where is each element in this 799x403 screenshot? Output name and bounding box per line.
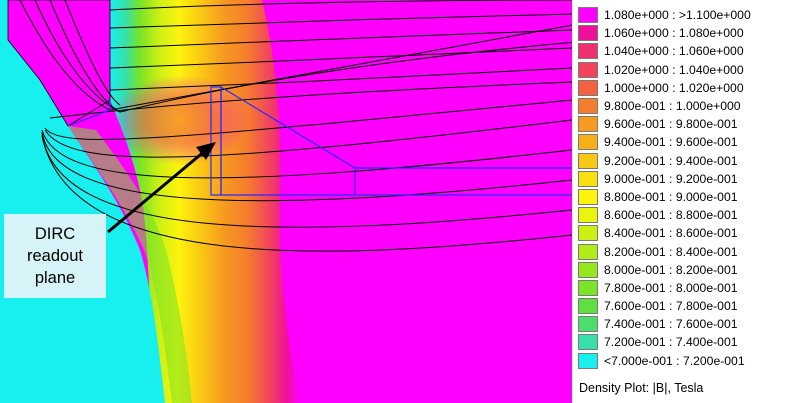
legend-label: <7.000e-001 : 7.200e-001 bbox=[604, 353, 745, 368]
legend-label: 8.200e-001 : 8.400e-001 bbox=[604, 244, 738, 259]
legend-item: 7.400e-001 : 7.600e-001 bbox=[578, 315, 793, 333]
legend-label: 1.020e+000 : 1.040e+000 bbox=[604, 62, 744, 77]
legend-label: 8.800e-001 : 9.000e-001 bbox=[604, 189, 738, 204]
legend-item: 1.020e+000 : 1.040e+000 bbox=[578, 61, 793, 79]
legend-item: 7.200e-001 : 7.400e-001 bbox=[578, 333, 793, 351]
legend-item: <7.000e-001 : 7.200e-001 bbox=[578, 352, 793, 370]
legend-item: 8.400e-001 : 8.600e-001 bbox=[578, 224, 793, 242]
legend-swatch bbox=[578, 225, 598, 242]
legend-item: 8.800e-001 : 9.000e-001 bbox=[578, 188, 793, 206]
legend-label: 9.600e-001 : 9.800e-001 bbox=[604, 117, 738, 132]
legend-item: 9.400e-001 : 9.600e-001 bbox=[578, 133, 793, 151]
legend-swatch bbox=[578, 7, 598, 24]
density-legend: 1.080e+000 : >1.100e+000 1.060e+000 : 1.0… bbox=[578, 6, 793, 370]
legend-swatch bbox=[578, 43, 598, 60]
legend-item: 1.000e+000 : 1.020e+000 bbox=[578, 79, 793, 97]
dirc-readout-callout: DIRC readout plane bbox=[4, 214, 106, 298]
legend-item: 8.000e-001 : 8.200e-001 bbox=[578, 261, 793, 279]
legend-swatch bbox=[578, 116, 598, 133]
legend-swatch bbox=[578, 279, 598, 296]
legend-label: 7.400e-001 : 7.600e-001 bbox=[604, 317, 738, 332]
legend-label: 7.800e-001 : 8.000e-001 bbox=[604, 280, 738, 295]
field-density-plot: DIRC readout plane bbox=[0, 0, 572, 403]
legend-swatch bbox=[578, 134, 598, 151]
legend-swatch bbox=[578, 188, 598, 205]
callout-line-3: plane bbox=[34, 269, 76, 287]
callout-line-1: DIRC bbox=[34, 225, 76, 243]
legend-label: 9.000e-001 : 9.200e-001 bbox=[604, 171, 738, 186]
legend-item: 1.080e+000 : >1.100e+000 bbox=[578, 6, 793, 24]
legend-label: 1.040e+000 : 1.060e+000 bbox=[604, 44, 744, 59]
legend-label: 9.800e-001 : 1.000e+000 bbox=[604, 99, 741, 114]
legend-swatch bbox=[578, 170, 598, 187]
legend-item: 8.600e-001 : 8.800e-001 bbox=[578, 206, 793, 224]
legend-swatch bbox=[578, 79, 598, 96]
legend-item: 1.040e+000 : 1.060e+000 bbox=[578, 42, 793, 60]
legend-label: 7.600e-001 : 7.800e-001 bbox=[604, 299, 738, 314]
legend-label: 1.080e+000 : >1.100e+000 bbox=[604, 8, 751, 23]
legend-label: 9.200e-001 : 9.400e-001 bbox=[604, 153, 738, 168]
legend-swatch bbox=[578, 152, 598, 169]
legend-swatch bbox=[578, 243, 598, 260]
legend-item: 9.600e-001 : 9.800e-001 bbox=[578, 115, 793, 133]
legend-label: 9.400e-001 : 9.600e-001 bbox=[604, 135, 738, 150]
legend-swatch bbox=[578, 61, 598, 78]
legend-swatch bbox=[578, 98, 598, 115]
legend-swatch bbox=[578, 261, 598, 278]
callout-line-2: readout bbox=[27, 247, 83, 265]
legend-swatch bbox=[578, 207, 598, 224]
legend-item: 1.060e+000 : 1.080e+000 bbox=[578, 24, 793, 42]
legend-item: 8.200e-001 : 8.400e-001 bbox=[578, 242, 793, 260]
legend-item: 7.600e-001 : 7.800e-001 bbox=[578, 297, 793, 315]
legend-label: 8.000e-001 : 8.200e-001 bbox=[604, 262, 738, 277]
legend-label: 1.000e+000 : 1.020e+000 bbox=[604, 80, 744, 95]
legend-swatch bbox=[578, 316, 598, 333]
legend-label: 1.060e+000 : 1.080e+000 bbox=[604, 26, 744, 41]
legend-label: 7.200e-001 : 7.400e-001 bbox=[604, 335, 738, 350]
legend-swatch bbox=[578, 334, 598, 351]
legend-swatch bbox=[578, 25, 598, 42]
legend-swatch bbox=[578, 298, 598, 315]
legend-item: 9.800e-001 : 1.000e+000 bbox=[578, 97, 793, 115]
legend-item: 9.000e-001 : 9.200e-001 bbox=[578, 170, 793, 188]
legend-label: 8.600e-001 : 8.800e-001 bbox=[604, 208, 738, 223]
legend-item: 7.800e-001 : 8.000e-001 bbox=[578, 279, 793, 297]
legend-label: 8.400e-001 : 8.600e-001 bbox=[604, 226, 738, 241]
legend-item: 9.200e-001 : 9.400e-001 bbox=[578, 152, 793, 170]
legend-swatch bbox=[578, 352, 598, 369]
legend-title: Density Plot: |B|, Tesla bbox=[579, 381, 704, 395]
